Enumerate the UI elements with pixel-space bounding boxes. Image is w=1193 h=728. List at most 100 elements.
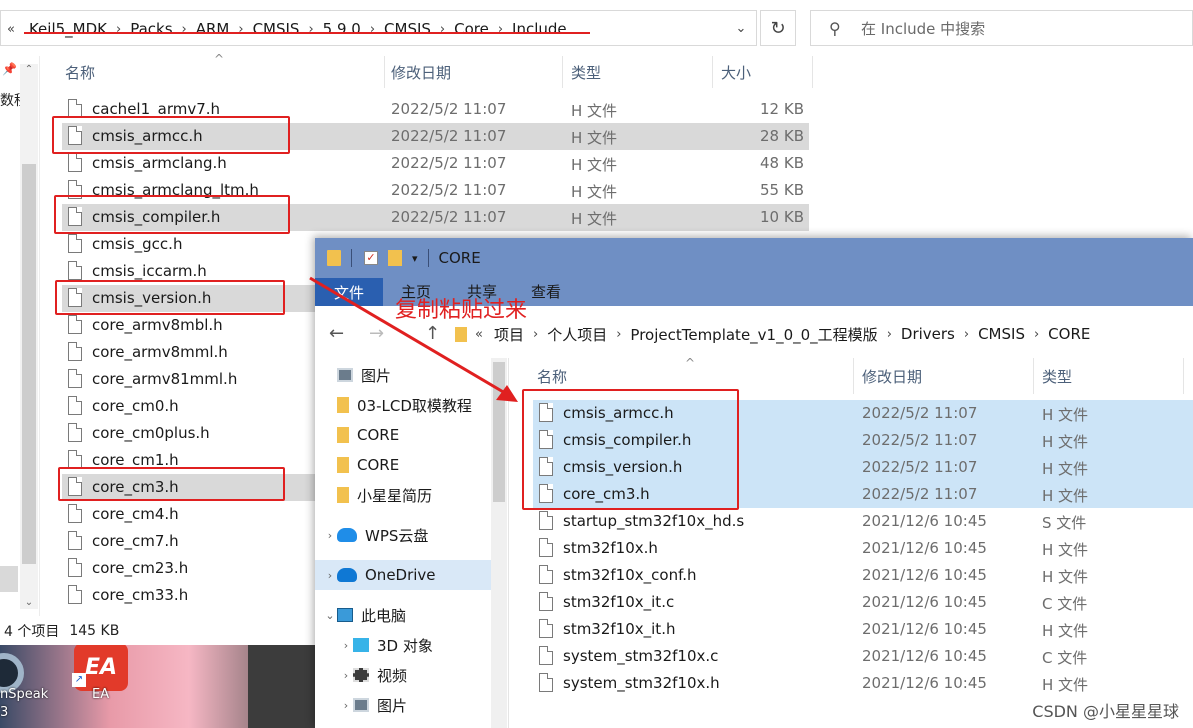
- expand-chevron-icon[interactable]: ›: [323, 529, 337, 542]
- column-header-date[interactable]: 修改日期: [383, 56, 563, 88]
- chevron-right-icon[interactable]: ›: [495, 22, 506, 37]
- breadcrumb-overflow-icon[interactable]: «: [7, 22, 23, 37]
- file-row[interactable]: cmsis_armclang.h 2022/5/2 11:07 H 文件 48 KB: [0, 150, 1193, 177]
- breadcrumb-segment[interactable]: CMSIS: [378, 20, 437, 38]
- file-name: cmsis_armclang.h: [92, 154, 227, 172]
- file-size: 28 KB: [760, 127, 804, 145]
- file-row[interactable]: startup_stm32f10x_hd.s 2021/12/6 10:45 S 文…: [530, 508, 1193, 535]
- breadcrumb-overflow-icon[interactable]: «: [475, 327, 488, 342]
- file-icon: [68, 558, 82, 577]
- chevron-right-icon[interactable]: ›: [179, 22, 190, 37]
- desktop-icon-label[interactable]: EA: [92, 687, 109, 702]
- nav-item[interactable]: › WPS云盘: [315, 520, 491, 550]
- file-row[interactable]: stm32f10x.h 2021/12/6 10:45 H 文件: [530, 535, 1193, 562]
- nav-item-label: 3D 对象: [377, 636, 433, 655]
- file-row[interactable]: stm32f10x_conf.h 2021/12/6 10:45 H 文件: [530, 562, 1193, 589]
- chevron-right-icon[interactable]: ›: [235, 22, 246, 37]
- folder-icon: [337, 427, 349, 443]
- chevron-right-icon[interactable]: ›: [437, 22, 448, 37]
- nav-item[interactable]: › 视频: [315, 660, 491, 690]
- red-highlight-box: [58, 467, 285, 501]
- chevron-right-icon[interactable]: ›: [367, 22, 378, 37]
- nav-item[interactable]: › 图片: [315, 690, 491, 720]
- file-icon: [539, 511, 553, 530]
- expand-chevron-icon[interactable]: ›: [323, 569, 337, 582]
- nav-item[interactable]: › OneDrive: [315, 560, 491, 590]
- tab-file[interactable]: 文件: [315, 278, 383, 306]
- file-row[interactable]: system_stm32f10x.h 2021/12/6 10:45 H 文件: [530, 670, 1193, 697]
- chevron-right-icon[interactable]: ›: [613, 327, 624, 342]
- expand-chevron-icon[interactable]: ⌄: [323, 609, 337, 622]
- column-header-date[interactable]: 修改日期: [854, 358, 1034, 394]
- column-header-type[interactable]: 类型: [1034, 358, 1184, 394]
- breadcrumb-segment[interactable]: Packs: [124, 20, 178, 38]
- address-bar[interactable]: « Keil5_MDK › Packs › ARM › CMSIS › 5.9.…: [0, 10, 757, 46]
- properties-icon[interactable]: ✓: [364, 251, 378, 265]
- file-date: 2021/12/6 10:45: [862, 593, 987, 611]
- chevron-right-icon[interactable]: ›: [305, 22, 316, 37]
- file-row[interactable]: system_stm32f10x.c 2021/12/6 10:45 C 文件: [530, 643, 1193, 670]
- breadcrumb-segment[interactable]: CMSIS: [972, 325, 1031, 343]
- expand-chevron-icon[interactable]: ›: [339, 699, 353, 712]
- file-date: 2022/5/2 11:07: [391, 127, 507, 145]
- back-arrow-icon[interactable]: ←: [329, 323, 344, 344]
- breadcrumb-segment[interactable]: Keil5_MDK: [23, 20, 113, 38]
- chevron-down-icon[interactable]: ⌄: [726, 11, 756, 45]
- chevron-right-icon[interactable]: ›: [530, 327, 541, 342]
- chevron-right-icon[interactable]: ›: [1031, 327, 1042, 342]
- breadcrumb-segment[interactable]: Include: [506, 20, 573, 38]
- nav-item[interactable]: › 3D 对象: [315, 630, 491, 660]
- column-header-type[interactable]: 类型: [563, 56, 713, 88]
- toolbar-divider: [427, 249, 429, 267]
- nav-item[interactable]: CORE: [315, 420, 491, 450]
- nav-item-label: 03-LCD取模教程: [357, 396, 472, 415]
- pin-icon[interactable]: 📌: [2, 62, 17, 76]
- up-arrow-icon[interactable]: ↑: [425, 323, 440, 344]
- search-input[interactable]: ⚲ 在 Include 中搜索: [810, 10, 1193, 46]
- file-row[interactable]: stm32f10x_it.c 2021/12/6 10:45 C 文件: [530, 589, 1193, 616]
- file-row[interactable]: stm32f10x_it.h 2021/12/6 10:45 H 文件: [530, 616, 1193, 643]
- new-folder-icon[interactable]: [388, 250, 402, 266]
- nav-item[interactable]: 小星星简历: [315, 480, 491, 510]
- nav-item[interactable]: 03-LCD取模教程: [315, 390, 491, 420]
- column-header-label: 类型: [1042, 367, 1073, 386]
- nav-item[interactable]: 图片: [315, 360, 491, 390]
- nav-item[interactable]: CORE: [315, 450, 491, 480]
- chevron-right-icon[interactable]: ›: [113, 22, 124, 37]
- chevron-right-icon[interactable]: ›: [884, 327, 895, 342]
- title-bar[interactable]: ✓ ▾ CORE: [315, 238, 1193, 278]
- breadcrumb-segment[interactable]: 个人项目: [541, 324, 613, 345]
- desktop-icon-label[interactable]: nSpeak: [0, 687, 48, 702]
- file-type: H 文件: [1042, 676, 1089, 694]
- breadcrumb-segment[interactable]: 项目: [488, 324, 530, 345]
- column-header-size[interactable]: 大小: [713, 56, 813, 88]
- quick-access-dropdown-icon[interactable]: ▾: [412, 252, 418, 265]
- tab-view[interactable]: 查看: [531, 281, 561, 302]
- breadcrumb-segment[interactable]: ARM: [190, 20, 236, 38]
- nav-item[interactable]: ⌄ 此电脑: [315, 600, 491, 630]
- breadcrumb-segment[interactable]: CMSIS: [247, 20, 306, 38]
- red-highlight-box: [522, 389, 739, 510]
- file-name: stm32f10x_it.c: [563, 593, 675, 611]
- breadcrumb[interactable]: « 项目 › 个人项目 › ProjectTemplate_v1_0_0_工程模…: [455, 322, 1096, 346]
- folder-icon: [327, 250, 341, 266]
- breadcrumb-segment[interactable]: CORE: [1042, 325, 1096, 343]
- file-date: 2021/12/6 10:45: [862, 512, 987, 530]
- file-name: stm32f10x.h: [563, 539, 658, 557]
- refresh-icon[interactable]: ↻: [760, 10, 796, 46]
- nav-item-label: 图片: [361, 366, 392, 385]
- column-header-name[interactable]: 名称: [57, 56, 385, 88]
- nav-scrollbar[interactable]: [491, 358, 507, 728]
- expand-chevron-icon[interactable]: ›: [339, 639, 353, 652]
- chevron-right-icon[interactable]: ›: [961, 327, 972, 342]
- breadcrumb-segment[interactable]: ProjectTemplate_v1_0_0_工程模版: [624, 324, 883, 345]
- expand-chevron-icon[interactable]: ›: [339, 669, 353, 682]
- forward-arrow-icon[interactable]: →: [369, 323, 384, 344]
- breadcrumb-segment[interactable]: Drivers: [895, 325, 961, 343]
- file-name: core_cm33.h: [92, 586, 189, 604]
- breadcrumb-segment[interactable]: Core: [448, 20, 495, 38]
- scroll-up-icon[interactable]: ⌃: [22, 64, 36, 76]
- breadcrumb-segment[interactable]: 5.9.0: [317, 20, 367, 38]
- wps-cloud-icon: [337, 528, 357, 542]
- scrollbar-thumb[interactable]: [493, 362, 505, 502]
